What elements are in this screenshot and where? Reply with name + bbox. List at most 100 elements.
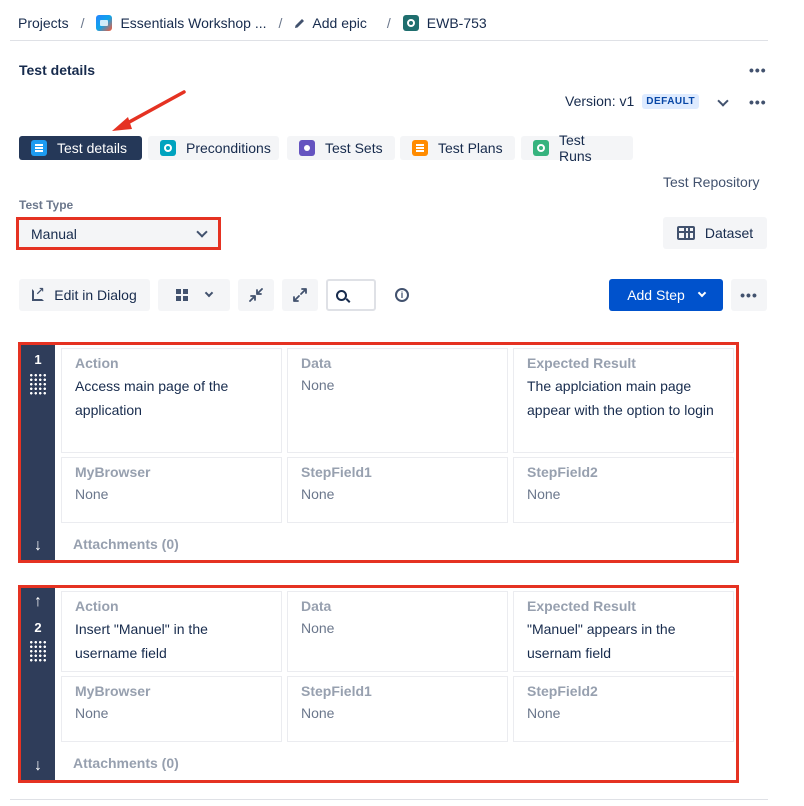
step-browser-value: None xyxy=(75,705,109,721)
tab-test-runs[interactable]: Test Runs xyxy=(521,132,633,164)
tab-label: Test Plans xyxy=(438,140,503,156)
test-issue-icon xyxy=(402,15,419,31)
section-title: Test details xyxy=(19,62,95,78)
move-down-icon[interactable]: ↓ xyxy=(34,758,42,774)
step-field1-cell[interactable]: StepField1 None xyxy=(287,457,508,523)
tab-preconditions[interactable]: Preconditions xyxy=(148,136,279,160)
step-browser-cell[interactable]: MyBrowser None xyxy=(61,457,282,523)
step-handle[interactable]: ↑ 2 ↓ xyxy=(21,588,55,780)
layout-button[interactable] xyxy=(158,279,230,311)
test-plans-icon xyxy=(412,140,428,156)
info-icon[interactable]: i xyxy=(395,288,409,302)
step-attachments[interactable]: Attachments (0) xyxy=(73,536,179,552)
step-data-cell[interactable]: Data None xyxy=(287,348,508,453)
move-down-icon[interactable]: ↓ xyxy=(34,538,42,554)
pencil-icon xyxy=(295,19,305,28)
default-badge: DEFAULT xyxy=(642,93,700,109)
tab-test-plans[interactable]: Test Plans xyxy=(400,136,515,160)
step-field1-value: None xyxy=(301,705,335,721)
breadcrumb-add-epic[interactable]: Add epic xyxy=(312,15,366,31)
expand-button[interactable] xyxy=(282,279,318,311)
breadcrumb: Projects / Essentials Workshop ... / Add… xyxy=(18,13,487,33)
version-more-button[interactable]: ••• xyxy=(749,94,767,110)
search-icon xyxy=(336,289,347,301)
edit-in-dialog-label: Edit in Dialog xyxy=(54,287,137,303)
step-action-cell[interactable]: Action Access main page of the applicati… xyxy=(61,348,282,453)
collapse-icon xyxy=(249,288,263,302)
tab-test-details[interactable]: Test details xyxy=(19,136,142,160)
step-data-cell[interactable]: Data None xyxy=(287,591,508,672)
step-field2-cell[interactable]: StepField2 None xyxy=(513,676,734,742)
step-field-label: MyBrowser xyxy=(75,464,151,480)
step-data-value: None xyxy=(301,377,335,393)
step-number: 2 xyxy=(34,620,42,635)
step-browser-cell[interactable]: MyBrowser None xyxy=(61,676,282,742)
edit-in-dialog-button[interactable]: Edit in Dialog xyxy=(19,279,150,311)
chevron-down-icon xyxy=(196,225,208,238)
test-repository-link[interactable]: Test Repository xyxy=(663,174,759,190)
collapse-button[interactable] xyxy=(238,279,274,311)
precondition-icon xyxy=(160,140,176,156)
breadcrumb-projects[interactable]: Projects xyxy=(18,15,69,31)
step-expected-value: The applciation main page appear with th… xyxy=(527,378,714,418)
toolbar-more-button[interactable]: ••• xyxy=(731,279,767,311)
step-field1-cell[interactable]: StepField1 None xyxy=(287,676,508,742)
test-type-value: Manual xyxy=(31,225,77,242)
step-attachments[interactable]: Attachments (0) xyxy=(73,755,179,771)
breadcrumb-separator: / xyxy=(278,15,283,31)
step-field-label: StepField1 xyxy=(301,683,372,699)
version-selector[interactable]: Version: v1 DEFAULT xyxy=(565,93,700,109)
step-field2-value: None xyxy=(527,486,561,502)
breadcrumb-separator: / xyxy=(80,15,85,31)
add-step-label: Add Step xyxy=(627,287,685,303)
section-more-button[interactable]: ••• xyxy=(749,62,767,78)
search-input[interactable] xyxy=(326,279,376,311)
step-action-value: Insert "Manuel" in the username field xyxy=(75,621,208,661)
step-number: 1 xyxy=(34,352,42,367)
step-expected-cell[interactable]: Expected Result The applciation main pag… xyxy=(513,348,734,453)
move-up-icon[interactable]: ↑ xyxy=(34,594,42,610)
tab-label: Test Runs xyxy=(559,132,592,164)
breadcrumb-separator: / xyxy=(386,15,391,31)
divider xyxy=(10,799,768,800)
test-type-select[interactable]: Manual xyxy=(16,217,221,250)
step-field-label: Data xyxy=(301,598,332,614)
tab-label: Preconditions xyxy=(186,140,271,156)
open-external-icon xyxy=(32,285,44,301)
divider xyxy=(10,40,768,41)
version-label: Version: v1 xyxy=(565,93,635,109)
step-action-cell[interactable]: Action Insert "Manuel" in the username f… xyxy=(61,591,282,672)
step-field1-value: None xyxy=(301,486,335,502)
step-field-label: Expected Result xyxy=(527,355,636,371)
expand-icon xyxy=(293,288,307,302)
test-sets-icon xyxy=(299,140,315,156)
drag-handle-icon[interactable] xyxy=(29,373,47,395)
step-expected-value: "Manuel" appears in the usernam field xyxy=(527,621,676,661)
step-field2-cell[interactable]: StepField2 None xyxy=(513,457,734,523)
step-field-label: MyBrowser xyxy=(75,683,151,699)
step-field-label: StepField1 xyxy=(301,464,372,480)
step-data-value: None xyxy=(301,620,335,636)
breadcrumb-project[interactable]: Essentials Workshop ... xyxy=(120,15,266,31)
annotation-arrow-icon xyxy=(112,90,186,131)
tab-test-sets[interactable]: Test Sets xyxy=(287,136,395,160)
add-step-button[interactable]: Add Step xyxy=(609,279,723,311)
test-step-card: 1 ↓ Action Access main page of the appli… xyxy=(18,342,739,563)
dataset-button[interactable]: Dataset xyxy=(663,217,767,249)
drag-handle-icon[interactable] xyxy=(29,640,47,662)
chevron-down-icon[interactable] xyxy=(717,95,729,107)
step-field-label: Data xyxy=(301,355,332,371)
step-field-label: StepField2 xyxy=(527,464,598,480)
list-icon xyxy=(31,140,47,156)
project-avatar-icon xyxy=(96,15,113,31)
grid-icon xyxy=(176,289,188,301)
step-browser-value: None xyxy=(75,486,109,502)
step-field-label: Action xyxy=(75,355,119,371)
step-expected-cell[interactable]: Expected Result "Manuel" appears in the … xyxy=(513,591,734,672)
tab-label: Test details xyxy=(57,140,128,156)
test-runs-icon xyxy=(533,140,549,156)
step-field-label: Action xyxy=(75,598,119,614)
step-handle[interactable]: 1 ↓ xyxy=(21,345,55,560)
breadcrumb-issue-key[interactable]: EWB-753 xyxy=(427,15,487,31)
step-field2-value: None xyxy=(527,705,561,721)
